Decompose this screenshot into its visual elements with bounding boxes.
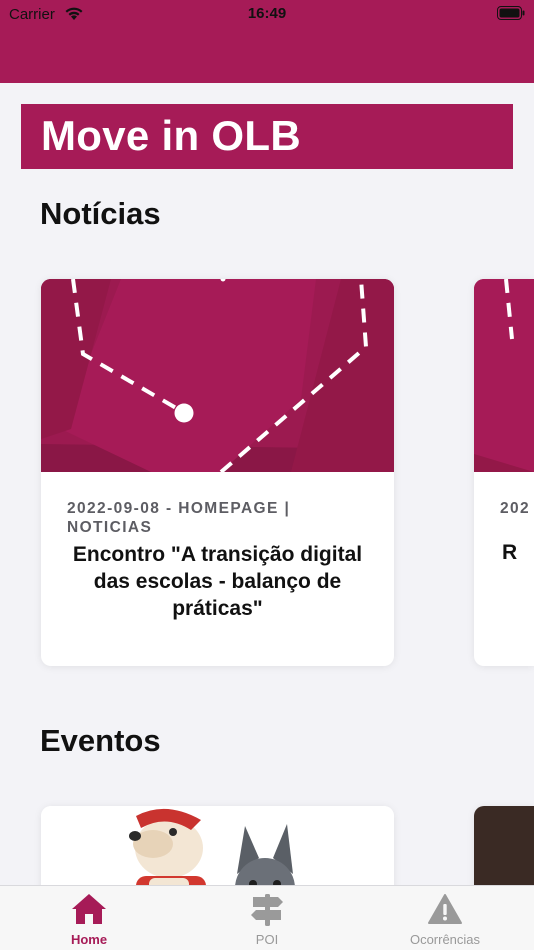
tab-poi-label: POI <box>255 932 279 947</box>
news-section-title: Notícias <box>40 196 161 231</box>
app-screen: Carrier 16:49 Move in OLB Notícias 2022-… <box>0 0 534 950</box>
news-card[interactable]: 2022-09-08 - HOMEPAGE | NOTICIAS Encontr… <box>41 279 394 666</box>
event-card[interactable] <box>41 806 394 885</box>
events-section-title: Eventos <box>40 723 161 758</box>
signpost-icon <box>251 894 283 926</box>
news-card-meta: 2022-09-08 - HOMEPAGE | NOTICIAS <box>67 500 291 536</box>
tab-ocorrencias-label: Ocorrências <box>409 932 481 947</box>
clock: 16:49 <box>247 5 287 22</box>
home-content[interactable]: Move in OLB Notícias 2022-09-08 - HOMEPA… <box>0 83 534 885</box>
news-card-headline: Encontro "A transição digital das escola… <box>72 543 363 620</box>
app-title-banner: Move in OLB <box>21 104 513 169</box>
top-app-bar: Carrier 16:49 <box>0 0 534 83</box>
news-card-next-headline: R <box>502 541 518 564</box>
news-card-next[interactable]: 2022-09-08 - HOMEPAGE | NOTICIAS R <box>474 279 534 666</box>
event-card-next[interactable] <box>474 806 534 885</box>
battery-icon <box>497 6 525 20</box>
news-card-next-meta: 2022-09-08 - HOMEPAGE | NOTICIAS <box>500 500 530 517</box>
house-icon <box>72 894 106 924</box>
tab-poi[interactable]: POI <box>222 886 312 950</box>
tab-bar: Home POI Ocorrências <box>0 885 534 950</box>
news-card-image <box>41 279 394 472</box>
app-title: Move in OLB <box>41 112 301 159</box>
tab-home[interactable]: Home <box>44 886 134 950</box>
tab-home-label: Home <box>70 932 108 947</box>
event-card-image <box>41 806 394 885</box>
news-card-next-image <box>474 279 534 472</box>
status-bar: Carrier 16:49 <box>0 0 534 30</box>
warning-icon <box>428 894 462 924</box>
tab-ocorrencias[interactable]: Ocorrências <box>390 886 500 950</box>
